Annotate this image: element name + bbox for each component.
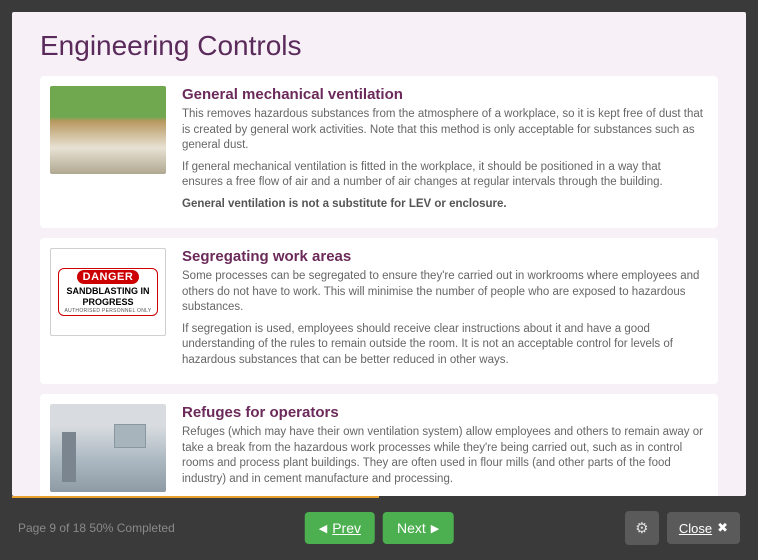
ventilation-image bbox=[50, 86, 166, 174]
sign-text: SANDBLASTING IN PROGRESS bbox=[63, 286, 153, 307]
chevron-left-icon: ◀ bbox=[319, 522, 327, 535]
chevron-right-icon: ▶ bbox=[431, 522, 439, 535]
page-info: Page 9 of 18 50% Completed bbox=[18, 521, 175, 535]
danger-sign-image: DANGER SANDBLASTING IN PROGRESS AUTHORIS… bbox=[50, 248, 166, 336]
prev-button[interactable]: ◀ Prev bbox=[305, 512, 375, 544]
sign-subtext: AUTHORISED PERSONNEL ONLY bbox=[65, 308, 152, 314]
progress-indicator bbox=[12, 496, 379, 498]
section-ventilation: General mechanical ventilation This remo… bbox=[40, 76, 718, 228]
settings-button[interactable]: ⚙ bbox=[625, 511, 659, 545]
section-text: This removes hazardous substances from t… bbox=[182, 107, 704, 154]
section-refuges: Refuges for operators Refuges (which may… bbox=[40, 394, 718, 496]
page-title: Engineering Controls bbox=[40, 30, 718, 62]
footer-bar: Page 9 of 18 50% Completed ◀ Prev Next ▶… bbox=[12, 496, 746, 560]
section-title: Segregating work areas bbox=[182, 248, 704, 265]
section-segregation: DANGER SANDBLASTING IN PROGRESS AUTHORIS… bbox=[40, 238, 718, 384]
section-text: If general mechanical ventilation is fit… bbox=[182, 160, 704, 191]
section-title: General mechanical ventilation bbox=[182, 86, 704, 103]
gear-icon: ⚙ bbox=[635, 519, 648, 537]
section-title: Refuges for operators bbox=[182, 404, 704, 421]
content-panel: Engineering Controls General mechanical … bbox=[12, 12, 746, 496]
sign-danger-label: DANGER bbox=[77, 270, 140, 284]
next-button[interactable]: Next ▶ bbox=[383, 512, 453, 544]
section-text: Some processes can be segregated to ensu… bbox=[182, 269, 704, 316]
next-label: Next bbox=[397, 520, 426, 536]
close-button[interactable]: Close ✖ bbox=[667, 512, 740, 544]
section-text: If segregation is used, employees should… bbox=[182, 322, 704, 369]
close-icon: ✖ bbox=[717, 520, 728, 536]
section-text: Refuges (which may have their own ventil… bbox=[182, 425, 704, 487]
prev-label: Prev bbox=[332, 520, 361, 536]
industrial-image bbox=[50, 404, 166, 492]
section-text: General ventilation is not a substitute … bbox=[182, 197, 704, 213]
close-label: Close bbox=[679, 521, 712, 536]
